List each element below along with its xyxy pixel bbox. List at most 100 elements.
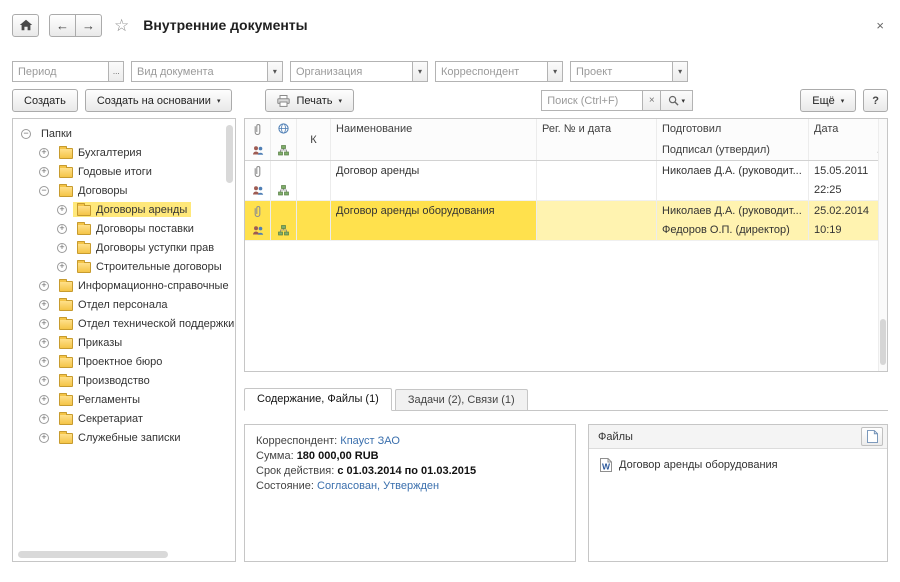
svg-text:W: W (602, 462, 611, 472)
tree-item[interactable]: + Информационно-справочные (13, 276, 235, 295)
doc-type-dropdown-button[interactable]: ▾ (267, 61, 283, 82)
create-based-on-button[interactable]: Создать на основании▾ (85, 89, 233, 112)
tree-item[interactable]: + Проектное бюро (13, 352, 235, 371)
tree-item[interactable]: + Отдел персонала (13, 295, 235, 314)
tree-expander[interactable]: + (57, 243, 67, 253)
favorite-star-icon[interactable]: ☆ (114, 17, 129, 34)
correspondent-link[interactable]: Кпауст ЗАО (340, 435, 400, 447)
tree-expander[interactable]: + (57, 205, 67, 215)
table-vscrollbar-thumb[interactable] (880, 319, 886, 365)
correspondent-input[interactable] (435, 61, 547, 82)
page-title: Внутренние документы (143, 17, 307, 33)
hierarchy-icon (278, 145, 289, 156)
tree-item[interactable]: + Секретариат (13, 409, 235, 428)
tree-item[interactable]: + Регламенты (13, 390, 235, 409)
users-icon (252, 185, 264, 196)
correspondent-dropdown-button[interactable]: ▾ (547, 61, 563, 82)
tree-item[interactable]: + Строительные договоры (13, 257, 235, 276)
tree-expander[interactable]: + (39, 167, 49, 177)
tree-item[interactable]: + Договоры уступки прав (13, 238, 235, 257)
search-input[interactable] (541, 90, 643, 111)
back-arrow-icon: ← (56, 19, 69, 32)
project-dropdown-button[interactable]: ▾ (672, 61, 688, 82)
tree-expander[interactable]: + (39, 148, 49, 158)
column-header-date[interactable]: Дата ↓ (809, 119, 887, 160)
close-icon[interactable]: × (876, 19, 884, 32)
column-header-web[interactable] (271, 119, 297, 160)
organization-filter: ▾ (290, 61, 428, 82)
tree-item[interactable]: + Служебные записки (13, 428, 235, 447)
tree-expander[interactable]: + (39, 414, 49, 424)
tree-item[interactable]: − Договоры (13, 181, 235, 200)
tree-expander[interactable]: + (39, 281, 49, 291)
search-clear-button[interactable]: × (643, 90, 661, 111)
period-input[interactable] (12, 61, 108, 82)
tree-item[interactable]: + Производство (13, 371, 235, 390)
tree-expander[interactable]: + (39, 300, 49, 310)
column-header-name[interactable]: Наименование (331, 119, 537, 160)
tree-item[interactable]: + Бухгалтерия (13, 143, 235, 162)
table-row[interactable]: Договор аренды Николаев Д.А. (руководит.… (245, 161, 887, 201)
column-header-reg[interactable]: Рег. № и дата (537, 119, 657, 160)
file-name: Договор аренды оборудования (619, 459, 778, 471)
tree-item[interactable]: + Отдел технической поддержки (13, 314, 235, 333)
chevron-down-icon: ▾ (681, 97, 685, 105)
tree-hscrollbar-thumb[interactable] (18, 551, 168, 558)
organization-dropdown-button[interactable]: ▾ (412, 61, 428, 82)
home-button[interactable] (12, 14, 39, 37)
tree-expander[interactable]: + (39, 319, 49, 329)
table-vscrollbar[interactable] (878, 119, 887, 371)
column-header-attachments[interactable] (245, 119, 271, 160)
tab-tasks-links[interactable]: Задачи (2), Связи (1) (395, 389, 528, 411)
tree-item[interactable]: + Годовые итоги (13, 162, 235, 181)
tree-expander[interactable]: + (39, 376, 49, 386)
tree-expander[interactable]: + (39, 433, 49, 443)
correspondent-filter: ▾ (435, 61, 563, 82)
users-icon (252, 225, 264, 236)
tree-expander[interactable]: + (39, 357, 49, 367)
document-time: 10:19 (814, 224, 881, 236)
document-summary: Корреспондент: Кпауст ЗАО Сумма: 180 000… (244, 424, 576, 562)
document-name: Договор аренды (336, 165, 531, 177)
project-input[interactable] (570, 61, 672, 82)
tab-content-files[interactable]: Содержание, Файлы (1) (244, 388, 392, 411)
tree-item[interactable]: − Папки (13, 124, 235, 143)
file-item[interactable]: W Договор аренды оборудования (589, 449, 887, 481)
period-picker-button[interactable]: ... (108, 61, 124, 82)
column-header-prepared[interactable]: Подготовил Подписал (утвердил) (657, 119, 809, 160)
table-row[interactable]: Договор аренды оборудования Николаев Д.А… (245, 201, 887, 241)
tree-item[interactable]: + Приказы (13, 333, 235, 352)
tree-vscrollbar-thumb[interactable] (226, 125, 233, 183)
state-label: Состояние: (256, 480, 314, 492)
files-menu-button[interactable] (861, 427, 883, 446)
print-button[interactable]: Печать▾ (265, 89, 354, 112)
folder-icon (59, 300, 73, 311)
tree-item-label: Служебные записки (78, 432, 181, 444)
tree-item-label: Договоры (78, 185, 127, 197)
document-rows: Договор аренды Николаев Д.А. (руководит.… (245, 161, 887, 241)
tree-item-label: Отдел технической поддержки (78, 318, 234, 330)
create-button[interactable]: Создать (12, 89, 78, 112)
file-icon (867, 430, 878, 443)
tree-expander[interactable]: − (21, 129, 31, 139)
more-button[interactable]: Ещё▾ (800, 89, 856, 112)
search-button[interactable]: ▾ (661, 90, 693, 111)
tree-expander[interactable]: + (57, 224, 67, 234)
column-header-k[interactable]: К (297, 119, 331, 160)
state-links[interactable]: Согласован, Утвержден (317, 480, 439, 492)
organization-input[interactable] (290, 61, 412, 82)
folder-tree-items: − Папки + Бухгалтерия + Годовые итоги − … (13, 119, 235, 447)
amount-value: 180 000,00 RUB (297, 450, 379, 462)
back-button[interactable]: ← (49, 14, 76, 37)
tree-item[interactable]: + Договоры поставки (13, 219, 235, 238)
history-nav: ← → (49, 14, 102, 37)
tree-expander[interactable]: + (39, 338, 49, 348)
forward-button[interactable]: → (75, 14, 102, 37)
tree-expander[interactable]: + (39, 395, 49, 405)
tree-item[interactable]: + Договоры аренды (13, 200, 235, 219)
doc-type-input[interactable] (131, 61, 267, 82)
help-button[interactable]: ? (863, 89, 888, 112)
tree-expander[interactable]: − (39, 186, 49, 196)
tree-expander[interactable]: + (57, 262, 67, 272)
folder-icon (59, 186, 73, 197)
